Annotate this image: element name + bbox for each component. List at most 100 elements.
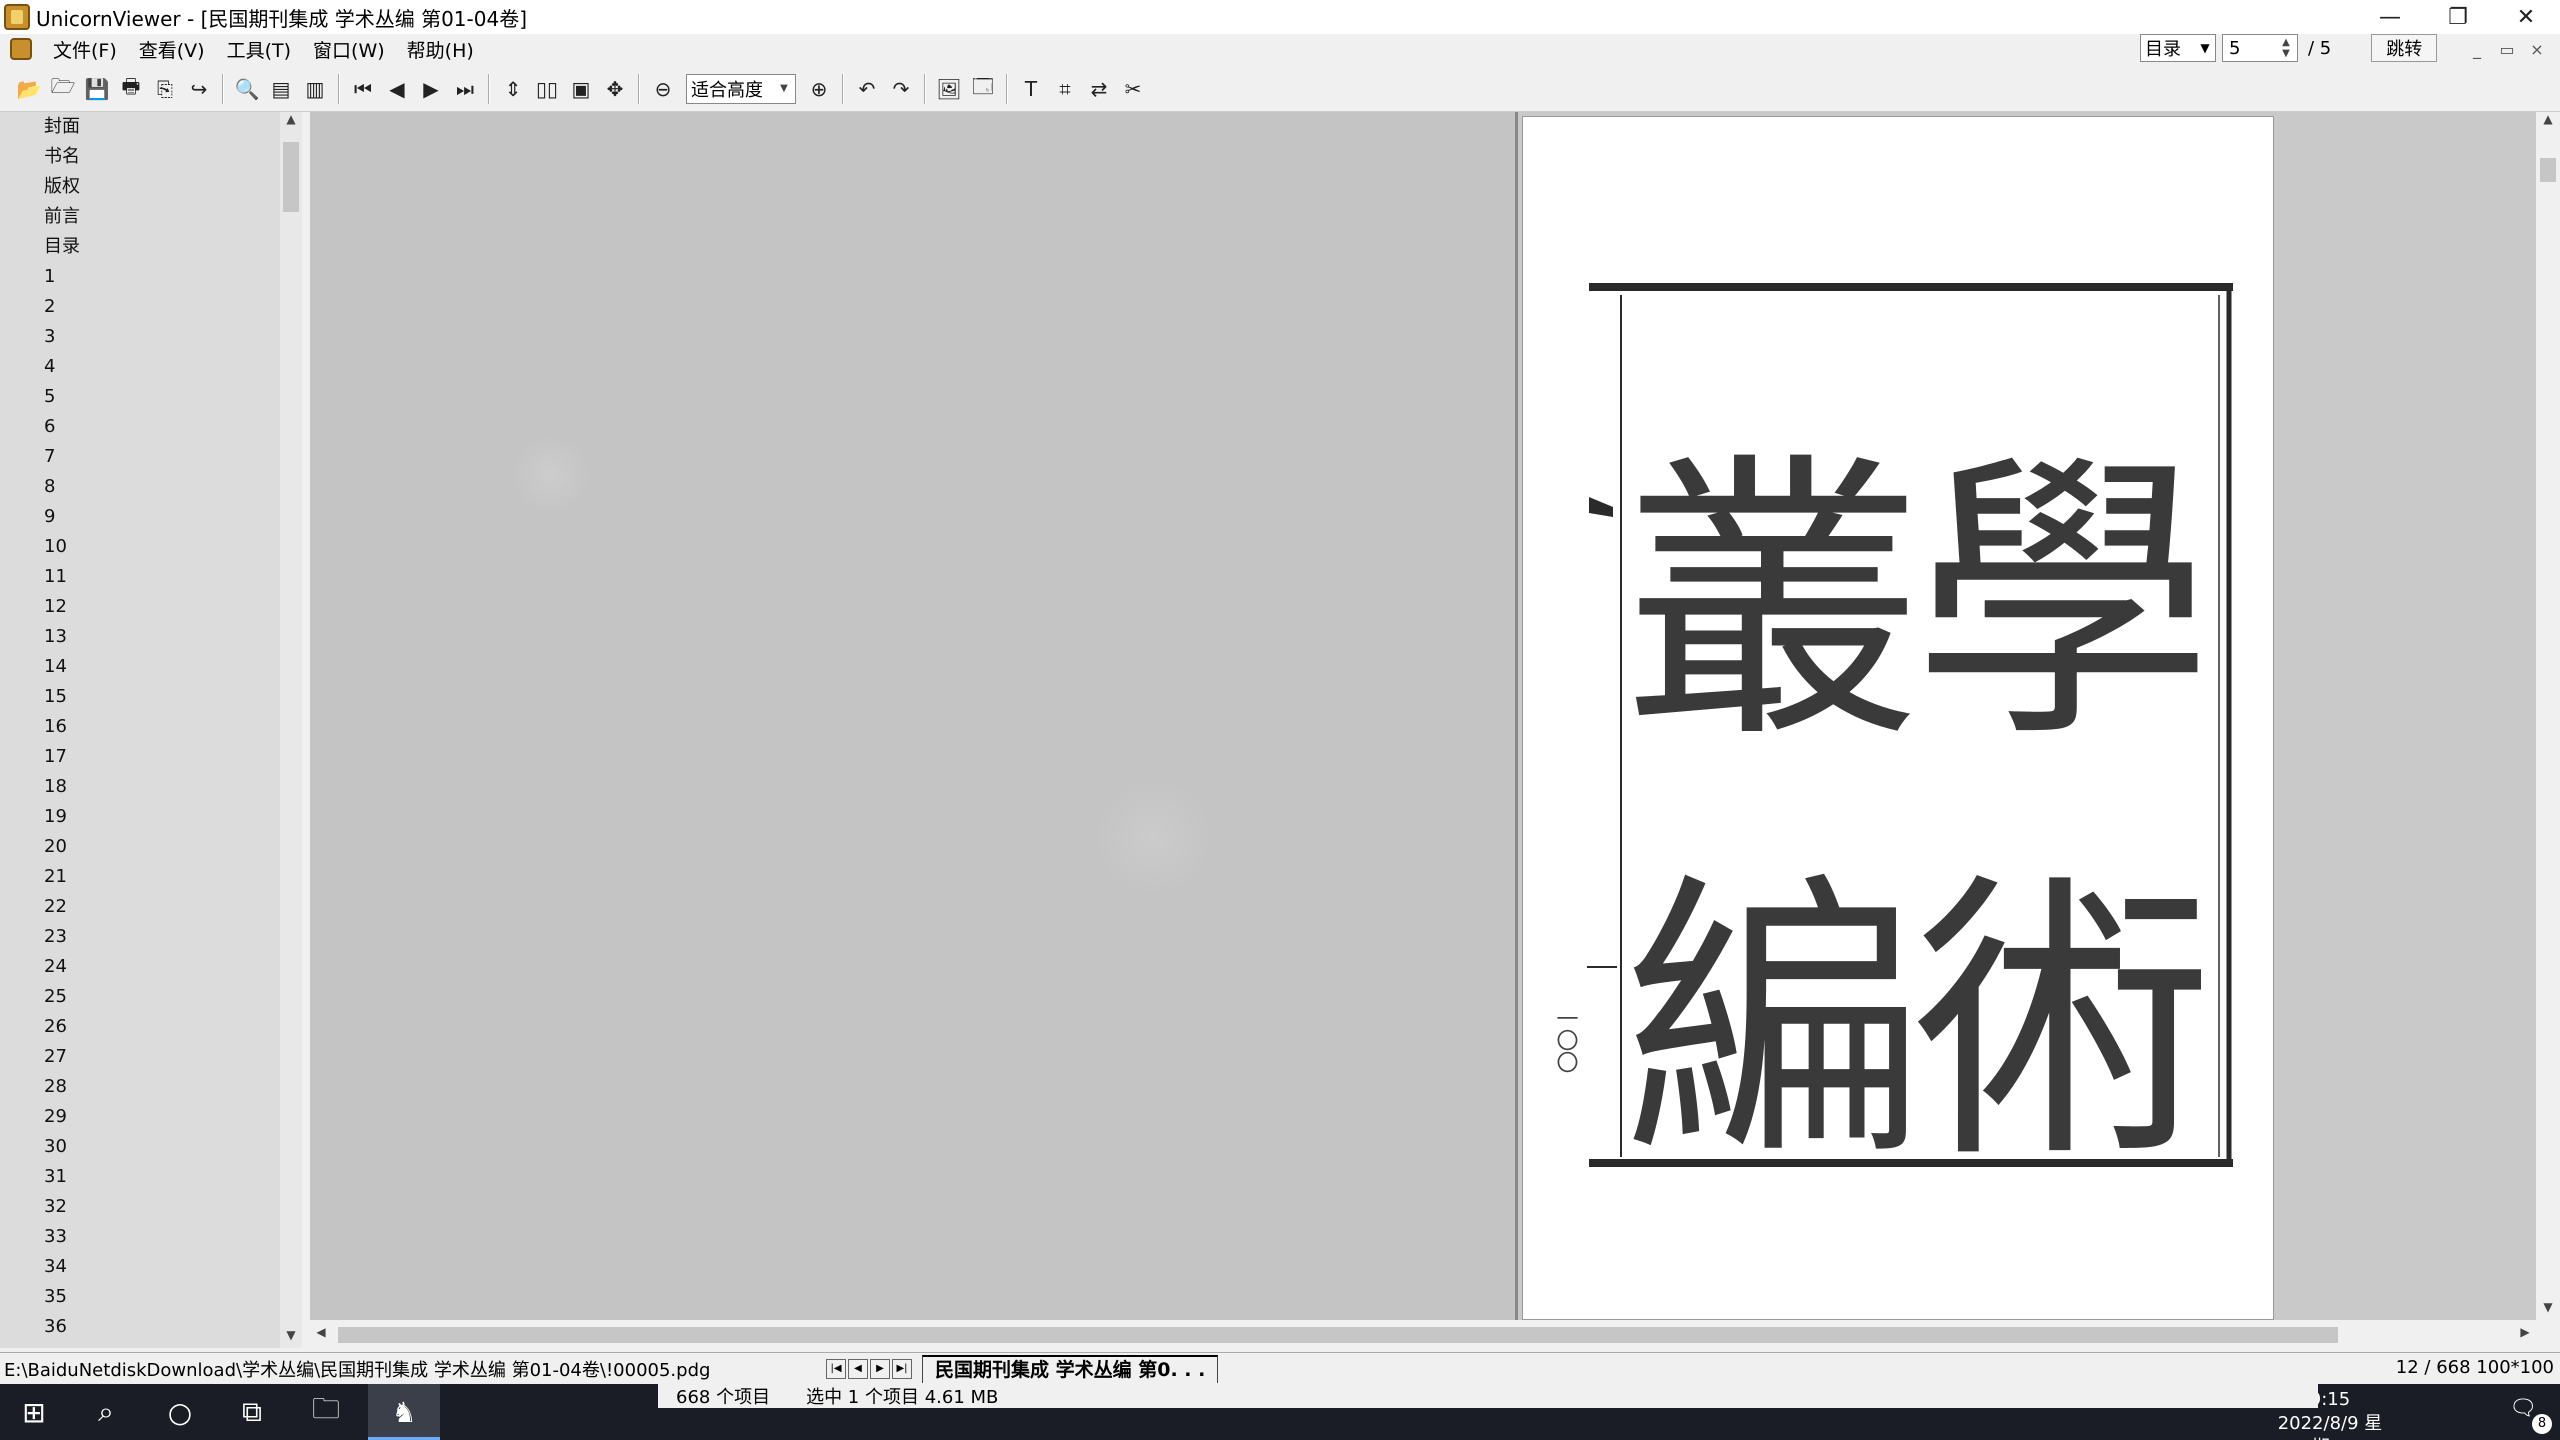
- tab-next-icon[interactable]: ▶: [870, 1358, 890, 1379]
- image-export-icon[interactable]: 🗔: [968, 74, 998, 104]
- toc-item[interactable]: 36: [0, 1312, 280, 1342]
- zoom-out-icon[interactable]: ⊖: [648, 74, 678, 104]
- toc-item[interactable]: 2: [0, 292, 280, 322]
- toc-item[interactable]: 29: [0, 1102, 280, 1132]
- scroll-up-icon[interactable]: ▲: [2536, 112, 2560, 132]
- viewer-vertical-scrollbar[interactable]: ▲ ▼: [2536, 112, 2560, 1320]
- scroll-down-icon[interactable]: ▼: [2536, 1300, 2560, 1320]
- copy-icon[interactable]: ⎘: [150, 74, 180, 104]
- toc-item[interactable]: 9: [0, 502, 280, 532]
- minimize-button[interactable]: —: [2356, 0, 2424, 34]
- toc-item[interactable]: 12: [0, 592, 280, 622]
- zoom-in-icon[interactable]: ⊕: [804, 74, 834, 104]
- spinner-icon[interactable]: ▲ ▼: [2275, 37, 2297, 59]
- restore-button[interactable]: ❐: [2424, 0, 2492, 34]
- tab-prev-icon[interactable]: ◀: [848, 1358, 868, 1379]
- toc-item[interactable]: 32: [0, 1192, 280, 1222]
- toc-item[interactable]: 封面: [0, 112, 280, 142]
- toc-item[interactable]: 23: [0, 922, 280, 952]
- toc-item[interactable]: 22: [0, 892, 280, 922]
- open-folder-icon[interactable]: 📂: [14, 74, 44, 104]
- document-system-menu-icon[interactable]: [10, 38, 32, 60]
- fit-page-icon[interactable]: ▣: [566, 74, 596, 104]
- cortana-icon[interactable]: ○: [160, 1392, 200, 1432]
- toc-item[interactable]: 4: [0, 352, 280, 382]
- windows-start-icon[interactable]: ⊞: [14, 1392, 54, 1432]
- tab-last-icon[interactable]: ▶|: [892, 1358, 912, 1379]
- next-page-icon[interactable]: ▶: [416, 74, 446, 104]
- convert-icon[interactable]: ⇄: [1084, 74, 1114, 104]
- toc-item[interactable]: 6: [0, 412, 280, 442]
- rotate-left-icon[interactable]: ↶: [852, 74, 882, 104]
- bookmark-panel-icon[interactable]: ▥: [300, 74, 330, 104]
- tab-first-icon[interactable]: |◀: [826, 1358, 846, 1379]
- rotate-right-icon[interactable]: ↷: [886, 74, 916, 104]
- close-button[interactable]: ✕: [2492, 0, 2560, 34]
- page-number-input[interactable]: 5 ▲ ▼: [2222, 34, 2298, 62]
- save-icon[interactable]: 💾: [82, 74, 112, 104]
- scroll-left-icon[interactable]: ◀: [310, 1325, 332, 1345]
- toc-item[interactable]: 21: [0, 862, 280, 892]
- toc-item[interactable]: 17: [0, 742, 280, 772]
- menu-help[interactable]: 帮助(H): [396, 36, 485, 63]
- toc-item[interactable]: 30: [0, 1132, 280, 1162]
- toc-item[interactable]: 31: [0, 1162, 280, 1192]
- toc-item[interactable]: 33: [0, 1222, 280, 1252]
- toc-item[interactable]: 前言: [0, 202, 280, 232]
- toc-item[interactable]: 35: [0, 1282, 280, 1312]
- toc-item[interactable]: 11: [0, 562, 280, 592]
- search-icon[interactable]: ⌕: [86, 1392, 126, 1432]
- text-select-icon[interactable]: T: [1016, 74, 1046, 104]
- tools-icon[interactable]: ✂: [1118, 74, 1148, 104]
- scroll-up-icon[interactable]: ▲: [280, 112, 302, 132]
- toc-item[interactable]: 16: [0, 712, 280, 742]
- toc-item[interactable]: 版权: [0, 172, 280, 202]
- toc-panel-icon[interactable]: ▤: [266, 74, 296, 104]
- scroll-right-icon[interactable]: ▶: [2514, 1325, 2536, 1345]
- menu-file[interactable]: 文件(F): [42, 36, 128, 63]
- toc-item[interactable]: 5: [0, 382, 280, 412]
- toc-item[interactable]: 20: [0, 832, 280, 862]
- viewer-hscroll-thumb[interactable]: [338, 1327, 2338, 1343]
- viewer-scroll-thumb[interactable]: [2540, 158, 2556, 182]
- open-file-icon[interactable]: 🗁: [48, 74, 78, 104]
- toc-item[interactable]: 8: [0, 472, 280, 502]
- toc-item[interactable]: 书名: [0, 142, 280, 172]
- menu-tools[interactable]: 工具(T): [216, 36, 302, 63]
- toc-item[interactable]: 19: [0, 802, 280, 832]
- print-icon[interactable]: 🖶: [116, 74, 146, 104]
- toc-item[interactable]: 26: [0, 1012, 280, 1042]
- toc-item[interactable]: 10: [0, 532, 280, 562]
- menu-window[interactable]: 窗口(W): [302, 36, 396, 63]
- fit-height-icon[interactable]: ⇕: [498, 74, 528, 104]
- pan-icon[interactable]: ✥: [600, 74, 630, 104]
- toc-item[interactable]: 14: [0, 652, 280, 682]
- jump-button[interactable]: 跳转: [2371, 34, 2438, 62]
- toc-item[interactable]: 25: [0, 982, 280, 1012]
- zoom-mode-select[interactable]: 适合高度 ▼: [686, 73, 796, 104]
- document-page[interactable]: 學 術 叢 編 一〇〇: [1522, 116, 2274, 1320]
- file-explorer-icon[interactable]: 🗀: [306, 1392, 346, 1432]
- toc-item[interactable]: 3: [0, 322, 280, 352]
- document-viewer[interactable]: 學 術 叢 編 一〇〇: [310, 112, 2536, 1320]
- jump-mode-select[interactable]: 目录 ▼: [2140, 34, 2216, 62]
- mdi-restore-button[interactable]: ▭: [2494, 38, 2520, 60]
- document-tab[interactable]: 民国期刊集成 学术丛编 第0. . .: [922, 1354, 1219, 1383]
- toc-scroll-thumb[interactable]: [283, 142, 299, 212]
- two-page-icon[interactable]: ▯▯: [532, 74, 562, 104]
- menu-view[interactable]: 查看(V): [128, 36, 216, 63]
- scroll-down-icon[interactable]: ▼: [280, 1328, 302, 1348]
- task-view-icon[interactable]: ⧉: [232, 1392, 272, 1432]
- image-icon[interactable]: 🖼: [934, 74, 964, 104]
- last-page-icon[interactable]: ⏭: [450, 74, 480, 104]
- toc-item[interactable]: 7: [0, 442, 280, 472]
- toc-item[interactable]: 28: [0, 1072, 280, 1102]
- toc-scrollbar[interactable]: ▲ ▼: [280, 112, 302, 1348]
- toc-item[interactable]: 目录: [0, 232, 280, 262]
- toc-item[interactable]: 18: [0, 772, 280, 802]
- export-icon[interactable]: ↪: [184, 74, 214, 104]
- crop-icon[interactable]: ⌗: [1050, 74, 1080, 104]
- previous-page-icon[interactable]: ◀: [382, 74, 412, 104]
- toc-item[interactable]: 1: [0, 262, 280, 292]
- toc-item[interactable]: 13: [0, 622, 280, 652]
